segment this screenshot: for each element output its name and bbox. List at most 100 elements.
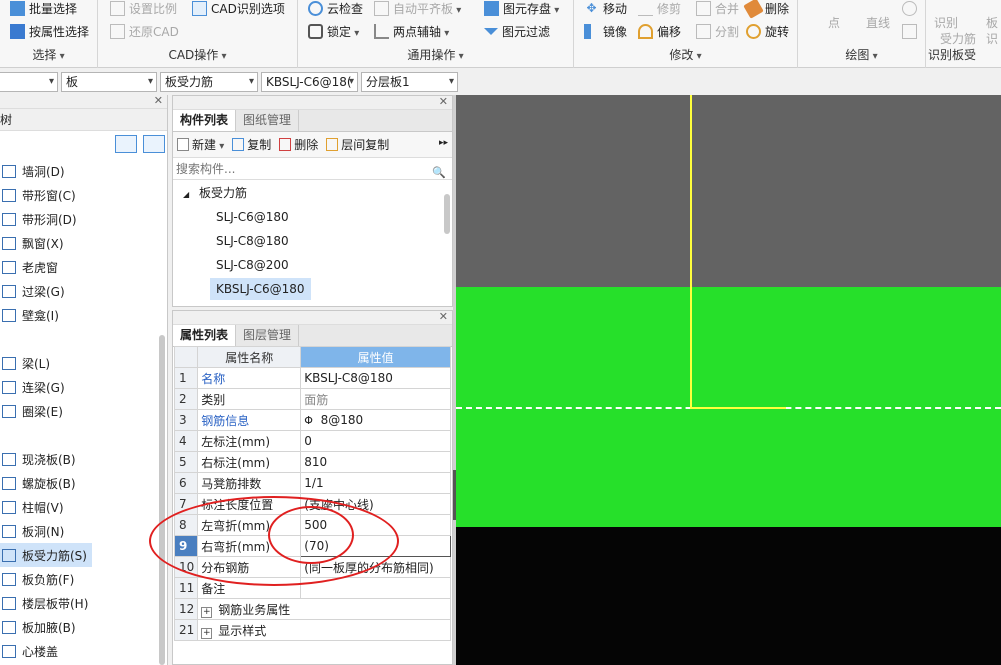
property-row[interactable]: 4 左标注(mm) 0 (173, 430, 451, 452)
mirror-button[interactable]: 镜像 (584, 21, 627, 41)
rotate-button[interactable]: 旋转 (746, 21, 789, 41)
component-select[interactable]: KBSLJ-C6@18( (261, 72, 358, 92)
tree-item[interactable]: 圈梁(E) (0, 399, 160, 423)
property-row[interactable]: 1 名称 KBSLJ-C8@180 (173, 367, 451, 389)
tree-item[interactable]: 老虎窗 (0, 255, 160, 279)
property-row[interactable]: 11 备注 (173, 577, 451, 599)
save-elements-button[interactable]: 图元存盘 (484, 0, 559, 18)
draw-group-label[interactable]: 绘图 (798, 46, 925, 63)
property-value[interactable]: (支座中心线) (300, 493, 451, 515)
delete-component-button[interactable]: 删除 (279, 136, 318, 153)
property-row[interactable]: 9 右弯折(mm) (70) (173, 535, 451, 557)
property-value[interactable]: Φ 8@180 (300, 409, 451, 431)
tab-drawing-manage[interactable]: 图纸管理 (236, 110, 300, 131)
offset-button[interactable]: 偏移 (638, 21, 681, 41)
property-row[interactable]: 12 + 钢筋业务属性 (173, 598, 451, 620)
tree-item[interactable]: 柱帽(V) (0, 495, 160, 519)
close-icon[interactable]: ✕ (154, 94, 163, 107)
tree-item[interactable]: 现浇板(B) (0, 447, 160, 471)
split-button[interactable]: 分割 (696, 21, 739, 41)
tree-item[interactable]: 带形窗(C) (0, 183, 160, 207)
prop-select-button[interactable]: 按属性选择 (10, 21, 89, 41)
expand-icon[interactable]: + (201, 627, 213, 639)
layer-select[interactable]: 分层板1 (361, 72, 458, 92)
property-value[interactable]: 500 (300, 514, 451, 536)
tree-item[interactable]: 梁(L) (0, 351, 160, 375)
tree-item[interactable]: 飘窗(X) (0, 231, 160, 255)
component-scrollbar[interactable] (444, 194, 450, 234)
more-icon[interactable]: ▸▸ (439, 138, 448, 148)
close-icon[interactable]: ✕ (439, 310, 448, 323)
list-view-icon[interactable] (115, 135, 137, 153)
search-icon[interactable]: 🔍 (432, 162, 446, 184)
batch-select-button[interactable]: 批量选择 (10, 0, 77, 18)
property-row[interactable]: 3 钢筋信息 Φ 8@180 (173, 409, 451, 431)
property-value[interactable]: 1/1 (300, 472, 451, 494)
component-item[interactable]: SLJ-C8@180 (216, 230, 289, 252)
tree-item[interactable]: 过梁(G) (0, 279, 160, 303)
grid-view-icon[interactable] (143, 135, 165, 153)
tree-root-node[interactable]: ◢ 板受力筋 (183, 182, 247, 204)
property-row[interactable]: 7 标注长度位置 (支座中心线) (173, 493, 451, 515)
property-row[interactable]: 21 + 显示样式 (173, 619, 451, 641)
cad-group-label[interactable]: CAD操作 (98, 46, 297, 63)
component-item[interactable]: KBSLJ-C6@180 (210, 278, 311, 300)
rect-button[interactable] (902, 21, 917, 41)
floor-select[interactable] (0, 72, 58, 92)
property-row[interactable]: 2 类别 面筋 (173, 388, 451, 410)
tree-item[interactable]: 板加腋(B) (0, 615, 160, 639)
delete-button[interactable]: 删除 (743, 0, 789, 19)
property-row[interactable]: 5 右标注(mm) 810 (173, 451, 451, 473)
property-value[interactable]: KBSLJ-C8@180 (300, 367, 451, 389)
element-filter-button[interactable]: 图元过滤 (484, 21, 550, 41)
tree-item[interactable]: 壁龛(I) (0, 303, 160, 327)
property-value[interactable]: 面筋 (300, 388, 451, 410)
property-value[interactable]: (同一板厚的分布筋相同) (300, 556, 451, 578)
tree-item[interactable]: 心楼盖 (0, 639, 160, 663)
property-row[interactable]: 6 马凳筋排数 1/1 (173, 472, 451, 494)
tree-item[interactable]: 墙洞(D) (0, 159, 160, 183)
tab-component-list[interactable]: 构件列表 (173, 110, 237, 131)
type-select[interactable]: 板受力筋 (160, 72, 258, 92)
property-row[interactable]: 10 分布钢筋 (同一板厚的分布筋相同) (173, 556, 451, 578)
arc-button[interactable] (902, 0, 917, 18)
select-group-label[interactable]: 选择 (0, 46, 97, 63)
property-value-input[interactable]: (70) (300, 535, 451, 557)
tree-item[interactable]: 板负筋(F) (0, 567, 160, 591)
rebar-horizontal-line[interactable] (690, 407, 786, 409)
point-button[interactable]: 点 (828, 12, 840, 32)
auto-level-button[interactable]: 自动平齐板 (374, 0, 461, 18)
category-select[interactable]: 板 (61, 72, 157, 92)
expand-icon[interactable]: + (201, 606, 213, 618)
rebar-vertical-line[interactable] (690, 95, 692, 408)
tab-layer-manage[interactable]: 图层管理 (236, 325, 300, 346)
recognize-group-label[interactable]: 识别板受 (926, 46, 1001, 63)
copy-button[interactable]: 复制 (232, 136, 271, 153)
move-button[interactable]: ✥ 移动 (584, 0, 627, 18)
general-group-label[interactable]: 通用操作 (298, 46, 573, 63)
cloud-check-button[interactable]: 云检查 (308, 0, 363, 18)
restore-cad-button[interactable]: 还原CAD (110, 21, 179, 41)
floor-copy-button[interactable]: 层间复制 (326, 136, 389, 153)
tab-property-list[interactable]: 属性列表 (173, 325, 237, 346)
close-icon[interactable]: ✕ (439, 95, 448, 108)
lock-button[interactable]: 锁定 (308, 21, 359, 41)
line-button[interactable]: 直线 (866, 12, 890, 32)
component-item[interactable]: SLJ-C6@180 (216, 206, 289, 228)
collapse-triangle-icon[interactable]: ◢ (183, 190, 189, 199)
tree-item[interactable]: 连梁(G) (0, 375, 160, 399)
search-input[interactable] (176, 162, 426, 176)
new-button[interactable]: 新建 (177, 136, 224, 153)
trim-button[interactable]: 修剪 (638, 0, 681, 18)
tree-item[interactable]: 楼层板带(H) (0, 591, 160, 615)
modify-group-label[interactable]: 修改 (574, 46, 797, 63)
property-value[interactable] (300, 577, 451, 599)
left-scrollbar[interactable] (159, 335, 165, 665)
property-value[interactable]: 0 (300, 430, 451, 452)
cad-options-button[interactable]: CAD识别选项 (192, 0, 285, 18)
property-row[interactable]: 8 左弯折(mm) 500 (173, 514, 451, 536)
drawing-canvas[interactable] (456, 95, 1001, 665)
tree-item[interactable]: 板洞(N) (0, 519, 160, 543)
two-point-axis-button[interactable]: 两点辅轴 (374, 21, 449, 41)
property-value[interactable]: 810 (300, 451, 451, 473)
